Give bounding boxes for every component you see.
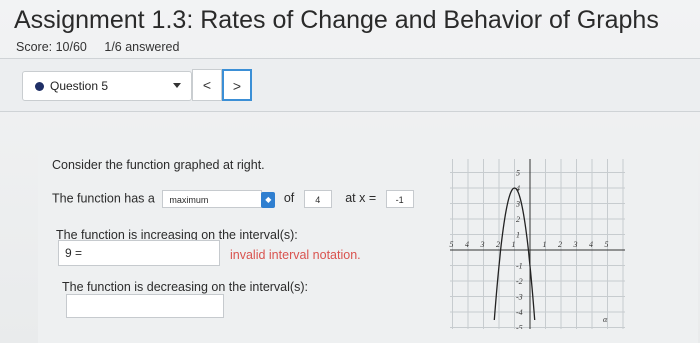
y-tick-label: 1	[516, 231, 520, 240]
x-tick-label: 3	[480, 240, 485, 249]
extremum-row: The function has a maximum ◆ of 4 at x =…	[52, 190, 414, 208]
x-tick-label: 3	[573, 240, 578, 249]
decreasing-input[interactable]	[66, 294, 224, 318]
at-x-label: at x =	[345, 191, 377, 206]
status-dot-icon	[35, 82, 44, 91]
x-tick-label: 4	[589, 240, 593, 249]
question-select-label: Question 5	[50, 79, 109, 93]
extremum-value-input[interactable]: 4	[303, 190, 332, 208]
extremum-select[interactable]: maximum ◆	[162, 190, 276, 208]
y-tick-label: 3	[515, 200, 520, 209]
extremum-prefix: The function has a	[52, 191, 155, 206]
y-tick-label: -5	[516, 324, 523, 330]
graph-background	[445, 154, 625, 329]
next-question-button[interactable]: >	[222, 69, 252, 101]
select-toggle-icon: ◆	[261, 192, 276, 208]
x-tick-label: 1	[512, 240, 516, 249]
error-message: invalid interval notation.	[230, 248, 361, 262]
x-tick-label: 2	[558, 240, 562, 249]
y-tick-label: 5	[516, 169, 520, 178]
x-tick-label: 1	[543, 240, 547, 249]
question-prompt: Consider the function graphed at right.	[52, 158, 265, 172]
function-graph: 5432112345 54321-1-2-3-4-5 α	[445, 154, 625, 329]
y-tick-label: 2	[516, 215, 520, 224]
score-line: Score: 10/60 1/6 answered	[16, 40, 193, 54]
score-text: Score: 10/60	[16, 40, 87, 54]
answered-text: 1/6 answered	[104, 40, 180, 54]
x-tick-label: 2	[496, 240, 500, 249]
of-label: of	[283, 191, 295, 206]
y-tick-label: -2	[516, 277, 523, 286]
y-tick-label: -3	[516, 293, 523, 302]
decreasing-label: The function is decreasing on the interv…	[62, 280, 308, 294]
assignment-title: Assignment 1.3: Rates of Change and Beha…	[14, 6, 659, 34]
x-value-input[interactable]: -1	[385, 190, 414, 208]
increasing-input[interactable]: 9 =	[58, 240, 220, 266]
y-tick-label: -4	[516, 308, 523, 317]
question-select[interactable]: Question 5	[22, 71, 192, 101]
x-tick-label: 5	[605, 240, 609, 249]
y-tick-label: -1	[516, 262, 523, 271]
prev-question-button[interactable]: <	[192, 69, 222, 101]
question-nav-bar: Question 5 < >	[0, 58, 700, 112]
x-tick-label: 4	[465, 240, 469, 249]
page: Assignment 1.3: Rates of Change and Beha…	[0, 0, 700, 343]
chevron-down-icon	[173, 83, 181, 88]
x-tick-label: 5	[450, 240, 454, 249]
extremum-select-value: maximum	[169, 195, 209, 205]
